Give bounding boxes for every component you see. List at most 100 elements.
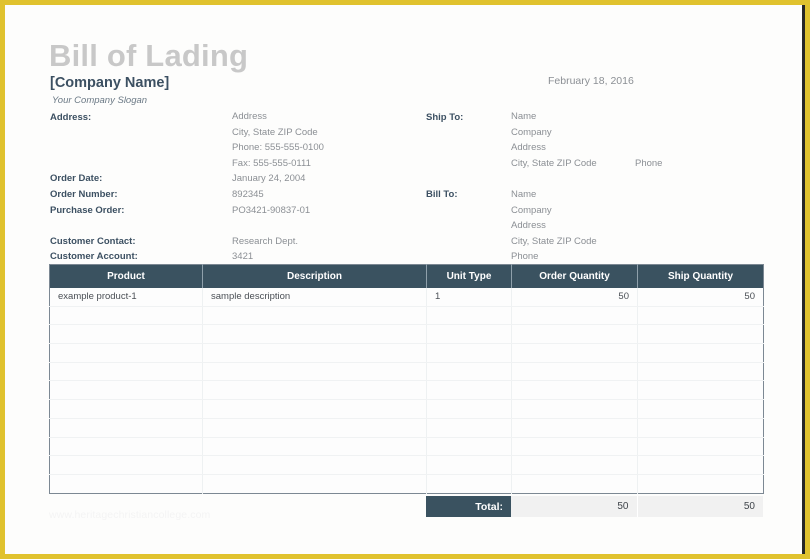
table-row-empty <box>49 306 764 326</box>
cell-ship-quantity[interactable]: 50 <box>637 287 764 307</box>
table-row-empty <box>49 455 764 475</box>
company-name: [Company Name] <box>50 75 170 91</box>
cell-ship-quantity-empty[interactable] <box>637 324 764 345</box>
cell-ship-quantity-empty[interactable] <box>637 362 764 382</box>
ship-to-city-state-zip: City, State ZIP Code <box>511 158 597 169</box>
cell-product-empty[interactable] <box>49 306 203 326</box>
cell-description-empty[interactable] <box>202 437 427 457</box>
cell-unit-type[interactable]: 1 <box>426 287 512 307</box>
table-row-empty <box>49 437 764 457</box>
bill-to-address: Address <box>511 220 546 231</box>
address-label: Address: <box>50 112 92 123</box>
ship-to-label: Ship To: <box>426 112 464 123</box>
watermark: www.heritagechristiancollege.com <box>49 509 211 521</box>
total-ship-quantity[interactable]: 50 <box>637 496 763 517</box>
cell-description-empty[interactable] <box>202 324 427 345</box>
seller-address-line-2: City, State ZIP Code <box>232 127 318 138</box>
cell-product[interactable]: example product-1 <box>49 287 203 307</box>
cell-description-empty[interactable] <box>202 306 427 326</box>
cell-product-empty[interactable] <box>49 455 203 475</box>
cell-description-empty[interactable] <box>202 418 427 438</box>
table-header-row: Product Description Unit Type Order Quan… <box>49 264 764 288</box>
total-row: Total: 50 50 <box>426 496 763 517</box>
table-row-empty <box>49 399 764 419</box>
cell-product-empty[interactable] <box>49 418 203 438</box>
cell-order-quantity-empty[interactable] <box>511 399 638 419</box>
table-row-empty <box>49 380 764 401</box>
ship-to-name: Name <box>511 111 537 122</box>
cell-description-empty[interactable] <box>202 474 427 494</box>
cell-ship-quantity-empty[interactable] <box>637 437 764 457</box>
customer-contact-label: Customer Contact: <box>50 236 136 247</box>
cell-description-empty[interactable] <box>202 399 427 419</box>
cell-ship-quantity-empty[interactable] <box>637 380 764 401</box>
cell-order-quantity-empty[interactable] <box>511 418 638 438</box>
cell-order-quantity-empty[interactable] <box>511 343 638 363</box>
cell-product-empty[interactable] <box>49 437 203 457</box>
cell-order-quantity-empty[interactable] <box>511 455 638 475</box>
cell-order-quantity-empty[interactable] <box>511 324 638 345</box>
cell-ship-quantity-empty[interactable] <box>637 343 764 363</box>
page-title: Bill of Lading <box>49 38 249 73</box>
cell-product-empty[interactable] <box>49 324 203 345</box>
cell-ship-quantity-empty[interactable] <box>637 399 764 419</box>
cell-product-empty[interactable] <box>49 362 203 382</box>
cell-unit-type-empty[interactable] <box>426 324 512 345</box>
ship-to-company: Company <box>511 127 552 138</box>
cell-description-empty[interactable] <box>202 343 427 363</box>
cell-unit-type-empty[interactable] <box>426 399 512 419</box>
cell-ship-quantity-empty[interactable] <box>637 474 764 494</box>
table-row-empty <box>49 474 764 494</box>
bill-to-phone: Phone <box>511 251 539 262</box>
cell-ship-quantity-empty[interactable] <box>637 455 764 475</box>
table-row: example product-1 sample description 1 50 50 <box>49 287 764 307</box>
bill-to-city-state-zip: City, State ZIP Code <box>511 236 597 247</box>
column-header-product[interactable]: Product <box>49 264 203 288</box>
cell-unit-type-empty[interactable] <box>426 418 512 438</box>
customer-account-label: Customer Account: <box>50 251 138 262</box>
cell-product-empty[interactable] <box>49 399 203 419</box>
right-edge-rule <box>802 5 805 554</box>
cell-unit-type-empty[interactable] <box>426 474 512 494</box>
cell-unit-type-empty[interactable] <box>426 380 512 401</box>
cell-product-empty[interactable] <box>49 380 203 401</box>
cell-product-empty[interactable] <box>49 474 203 494</box>
cell-ship-quantity-empty[interactable] <box>637 418 764 438</box>
cell-unit-type-empty[interactable] <box>426 343 512 363</box>
line-items-body: example product-1 sample description 1 50 50 <box>49 287 764 494</box>
cell-unit-type-empty[interactable] <box>426 437 512 457</box>
cell-order-quantity-empty[interactable] <box>511 306 638 326</box>
total-label: Total: <box>426 496 511 517</box>
cell-description-empty[interactable] <box>202 362 427 382</box>
order-date-value: January 24, 2004 <box>232 173 306 184</box>
cell-unit-type-empty[interactable] <box>426 455 512 475</box>
cell-order-quantity-empty[interactable] <box>511 474 638 494</box>
order-number-label: Order Number: <box>50 189 118 200</box>
column-header-ship-quantity[interactable]: Ship Quantity <box>637 264 764 288</box>
table-row-empty <box>49 418 764 438</box>
bill-to-label: Bill To: <box>426 189 458 200</box>
cell-order-quantity-empty[interactable] <box>511 380 638 401</box>
cell-description-empty[interactable] <box>202 380 427 401</box>
ship-to-phone: Phone <box>635 158 663 169</box>
cell-unit-type-empty[interactable] <box>426 362 512 382</box>
column-header-unit-type[interactable]: Unit Type <box>426 264 512 288</box>
column-header-description[interactable]: Description <box>202 264 427 288</box>
seller-fax: Fax: 555-555-0111 <box>232 158 311 169</box>
column-header-order-quantity[interactable]: Order Quantity <box>511 264 638 288</box>
seller-address-line-1: Address <box>232 111 267 122</box>
cell-description-empty[interactable] <box>202 455 427 475</box>
cell-product-empty[interactable] <box>49 343 203 363</box>
document-sheet: Bill of Lading [Company Name] Your Compa… <box>5 5 805 554</box>
customer-account-value: 3421 <box>232 251 254 262</box>
bill-to-company: Company <box>511 205 552 216</box>
total-order-quantity[interactable]: 50 <box>511 496 638 517</box>
purchase-order-label: Purchase Order: <box>50 205 125 216</box>
cell-order-quantity-empty[interactable] <box>511 437 638 457</box>
company-slogan: Your Company Slogan <box>52 95 148 106</box>
cell-description[interactable]: sample description <box>202 287 427 307</box>
cell-order-quantity[interactable]: 50 <box>511 287 638 307</box>
cell-order-quantity-empty[interactable] <box>511 362 638 382</box>
cell-unit-type-empty[interactable] <box>426 306 512 326</box>
cell-ship-quantity-empty[interactable] <box>637 306 764 326</box>
